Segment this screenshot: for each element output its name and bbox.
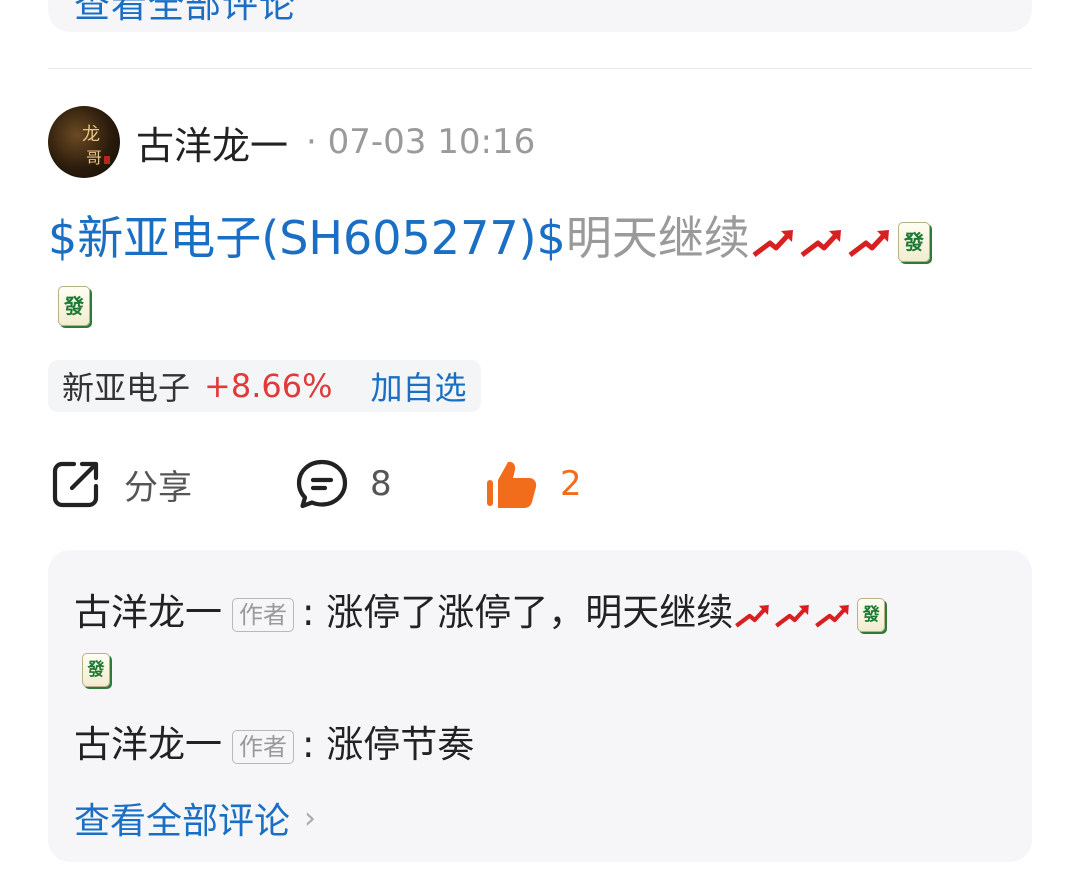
mahjong-fa-emoji-icon: 發 (58, 285, 90, 326)
avatar[interactable]: 龙 哥 (48, 106, 120, 178)
post-header: 龙 哥 古洋龙一 · 07-03 10:16 (48, 106, 535, 178)
author-badge: 作者 (232, 597, 294, 632)
like-count: 2 (560, 464, 582, 504)
chart-increasing-emoji-icon (815, 604, 850, 627)
comment-count: 8 (370, 464, 392, 504)
comment-item-continuation: 發 (74, 646, 110, 689)
comments-preview: 古洋龙一 作者: 涨停了涨停了，明天继续發 發 古洋龙一 作者: 涨停节奏 查看全部… (48, 550, 1032, 862)
view-all-comments-link[interactable]: 查看全部评论 › (74, 792, 316, 844)
stock-chip[interactable]: 新亚电子 +8.66% 加自选 (48, 360, 481, 412)
add-to-watchlist-button[interactable]: 加自选 (370, 363, 466, 409)
post-actions: 分享 8 2 (48, 452, 1032, 516)
thumbs-up-icon (487, 461, 537, 508)
avatar-text-1: 龙 (82, 124, 100, 145)
author-badge: 作者 (232, 729, 294, 764)
share-icon (52, 461, 99, 508)
mahjong-fa-emoji-icon: 發 (857, 597, 886, 632)
chevron-right-icon: › (304, 800, 317, 836)
meta-separator: · (306, 122, 317, 162)
comment-text: 涨停了涨停了，明天继续 (326, 591, 734, 634)
comment-item[interactable]: 古洋龙一 作者: 涨停了涨停了，明天继续 發 (74, 582, 886, 636)
post-author-name[interactable]: 古洋龙一 (136, 115, 288, 170)
previous-view-all-comments-link[interactable]: 查看全部评论 (74, 0, 296, 28)
avatar-text-2: 哥 (86, 148, 103, 167)
chart-increasing-emoji-icon (775, 604, 810, 627)
chart-increasing-emoji-icon (752, 229, 793, 257)
chart-increasing-emoji-icon (848, 229, 889, 257)
comment-author[interactable]: 古洋龙一 (74, 591, 222, 634)
comment-colon: : (302, 591, 315, 634)
comment-button[interactable]: 8 (294, 452, 392, 516)
stock-chip-name[interactable]: 新亚电子 (62, 363, 190, 409)
chart-increasing-emoji-icon (800, 229, 841, 257)
post-content: $新亚电子(SH605277)$明天继续發 發 (48, 206, 1038, 334)
like-button[interactable]: 2 (484, 452, 582, 516)
comment-icon (296, 459, 348, 509)
comment-colon: : (302, 723, 315, 766)
share-button[interactable]: 分享 (48, 452, 192, 516)
post-timestamp: 07-03 10:16 (327, 122, 536, 162)
stock-chip-change: +8.66% (204, 367, 333, 405)
comment-item[interactable]: 古洋龙一 作者: 涨停节奏 (74, 714, 474, 768)
view-all-comments-label: 查看全部评论 (74, 801, 291, 842)
post-meta: · 07-03 10:16 (306, 122, 535, 162)
chart-increasing-emoji-icon (735, 604, 770, 627)
share-label: 分享 (124, 467, 192, 508)
previous-comments-card: 查看全部评论 (48, 0, 1032, 32)
avatar-seal (104, 156, 110, 164)
comment-author[interactable]: 古洋龙一 (74, 723, 222, 766)
mahjong-fa-emoji-icon: 發 (897, 221, 930, 262)
mahjong-fa-emoji-icon: 發 (82, 652, 110, 687)
post-text: 明天继续 (565, 211, 750, 265)
stock-tag-link[interactable]: $新亚电子(SH605277)$ (48, 211, 566, 265)
comment-text: 涨停节奏 (326, 723, 475, 766)
post-divider (48, 68, 1032, 69)
